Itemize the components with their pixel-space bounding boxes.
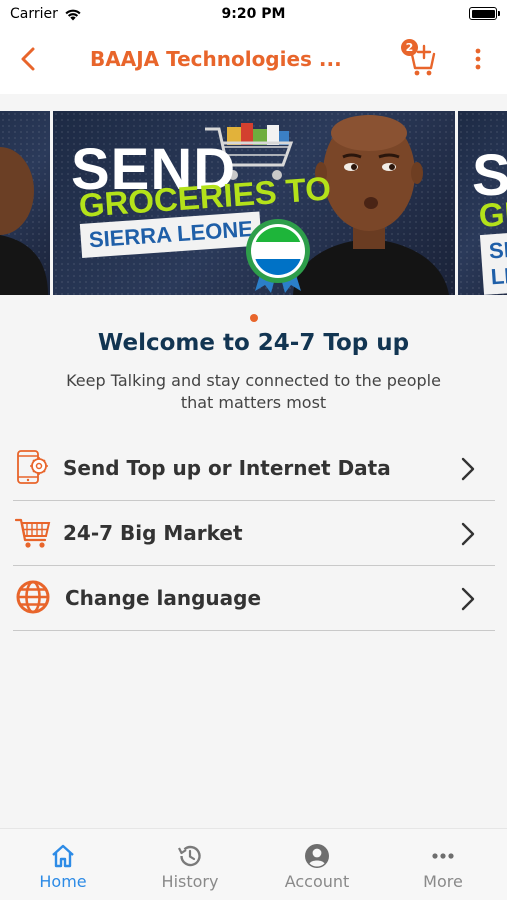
welcome-subtitle: Keep Talking and stay connected to the p…: [66, 371, 441, 412]
shopping-cart-icon: [15, 518, 51, 548]
person-image: [0, 147, 48, 295]
sierra-leone-flag-badge-icon: [246, 219, 310, 293]
page-title: BAAJA Technologies ...: [90, 47, 342, 71]
welcome-title: Welcome to 24-7 Top up: [97, 330, 410, 356]
overflow-menu-icon[interactable]: [466, 44, 490, 74]
tab-label: More: [423, 872, 463, 891]
cart-count-badge: 2: [401, 39, 418, 56]
menu-item-label: Change language: [65, 586, 262, 610]
tab-history[interactable]: History: [127, 829, 253, 900]
tab-label: Account: [284, 872, 350, 891]
back-arrow-icon[interactable]: [14, 44, 44, 74]
chevron-right-icon: [461, 587, 475, 611]
history-icon: [178, 845, 201, 867]
clock: 9:20 PM: [221, 6, 286, 22]
promo-carousel[interactable]: SEND GROCERIES TO SIERRA LEONE SEND GROC…: [0, 111, 507, 295]
tab-account[interactable]: Account: [254, 829, 380, 900]
app-bar: BAAJA Technologies ... 2: [0, 28, 507, 94]
menu-item-big-market[interactable]: 24-7 Big Market: [13, 501, 495, 566]
tab-label: History: [161, 872, 219, 891]
home-icon: [52, 844, 74, 868]
more-dots-icon: [432, 853, 454, 859]
carousel-dot-active[interactable]: [249, 314, 258, 322]
cart-button[interactable]: 2: [400, 38, 440, 78]
chevron-right-icon: [461, 522, 475, 546]
phone-topup-icon: [17, 450, 48, 484]
carousel-slide-current[interactable]: SEND GROCERIES TO SIERRA LEONE: [53, 111, 455, 295]
menu-item-label: Send Top up or Internet Data: [63, 456, 391, 480]
menu-item-send-topup[interactable]: Send Top up or Internet Data: [13, 436, 495, 501]
account-icon: [305, 844, 329, 868]
banner-country-label: SIERRA LEONE: [479, 228, 507, 295]
menu-item-change-language[interactable]: Change language: [13, 566, 495, 631]
globe-icon: [16, 580, 50, 614]
tab-more[interactable]: More: [380, 829, 506, 900]
tab-label: Home: [39, 872, 87, 891]
carousel-slide-previous[interactable]: [0, 111, 50, 295]
battery-icon: [469, 7, 500, 20]
chevron-right-icon: [461, 457, 475, 481]
main-menu-list: Send Top up or Internet Data 24-7 Big Ma…: [13, 436, 495, 631]
carousel-slide-next[interactable]: SEND GROCERIES TO SIERRA LEONE: [458, 111, 507, 295]
status-bar: Carrier 9:20 PM: [0, 0, 507, 28]
menu-item-label: 24-7 Big Market: [63, 521, 243, 545]
tab-home[interactable]: Home: [0, 829, 126, 900]
carousel-page-indicator: [0, 307, 507, 322]
bottom-tab-bar: Home History Account More: [0, 828, 507, 900]
